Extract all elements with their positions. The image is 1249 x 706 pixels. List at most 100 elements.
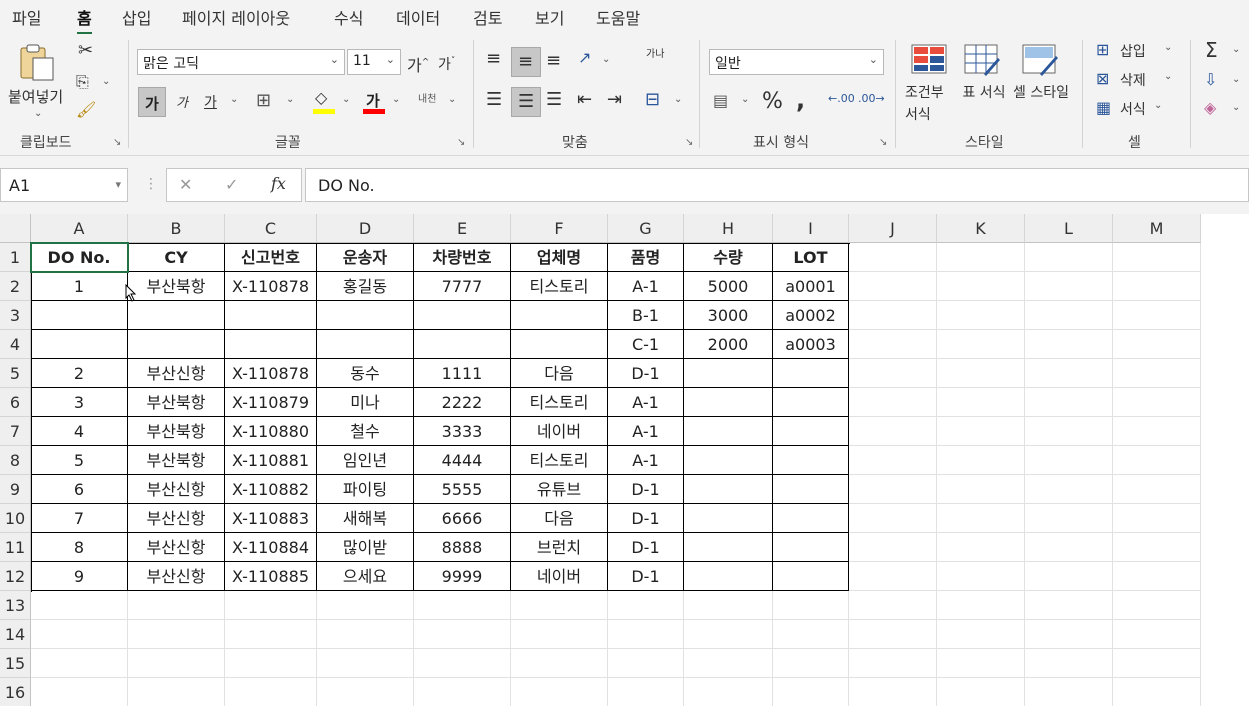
column-header-k[interactable]: K — [937, 214, 1025, 243]
cell-j9[interactable] — [849, 475, 937, 504]
tab-review[interactable]: 검토 — [473, 5, 502, 29]
cell-a13[interactable] — [31, 591, 128, 620]
cell-i7[interactable] — [773, 417, 849, 446]
cell-c11[interactable]: X-110884 — [225, 533, 317, 562]
cell-g16[interactable] — [608, 678, 684, 706]
row-header-8[interactable]: 8 — [0, 446, 31, 475]
column-header-m[interactable]: M — [1113, 214, 1201, 243]
cell-h2[interactable]: 5000 — [684, 272, 773, 301]
dialog-launcher-icon[interactable]: ↘ — [685, 137, 693, 148]
format-painter-icon[interactable]: 🖌 — [76, 102, 96, 118]
cell-b11[interactable]: 부산신항 — [128, 533, 225, 562]
row-header-15[interactable]: 15 — [0, 649, 31, 678]
cell-f9[interactable]: 유튜브 — [511, 475, 608, 504]
cell-c3[interactable] — [225, 301, 317, 330]
cell-j7[interactable] — [849, 417, 937, 446]
wrap-text-button[interactable]: 가나 — [646, 50, 668, 60]
cell-i12[interactable] — [773, 562, 849, 591]
align-center-button[interactable]: ☰ — [511, 87, 541, 117]
cell-k5[interactable] — [937, 359, 1025, 388]
cell-b4[interactable] — [128, 330, 225, 359]
column-header-a[interactable]: A — [31, 214, 128, 243]
tab-file[interactable]: 파일 — [12, 5, 41, 29]
cell-l2[interactable] — [1025, 272, 1113, 301]
row-header-12[interactable]: 12 — [0, 562, 31, 591]
cell-d15[interactable] — [317, 649, 414, 678]
column-header-h[interactable]: H — [684, 214, 773, 243]
column-header-l[interactable]: L — [1025, 214, 1113, 243]
cell-d13[interactable] — [317, 591, 414, 620]
cell-b12[interactable]: 부산신항 — [128, 562, 225, 591]
tab-insert[interactable]: 삽입 — [122, 5, 151, 29]
cancel-icon[interactable]: ✕ — [179, 175, 192, 194]
cell-m1[interactable] — [1113, 243, 1201, 272]
cell-k11[interactable] — [937, 533, 1025, 562]
chevron-down-icon[interactable]: ⌄ — [602, 54, 610, 65]
cell-e2[interactable]: 7777 — [414, 272, 511, 301]
cell-d16[interactable] — [317, 678, 414, 706]
cell-g9[interactable]: D-1 — [608, 475, 684, 504]
cell-d9[interactable]: 파이팅 — [317, 475, 414, 504]
cell-j2[interactable] — [849, 272, 937, 301]
comma-button[interactable]: , — [796, 86, 805, 114]
chevron-down-icon[interactable]: ⌄ — [448, 94, 456, 105]
cell-j5[interactable] — [849, 359, 937, 388]
cell-f6[interactable]: 티스토리 — [511, 388, 608, 417]
cell-e11[interactable]: 8888 — [414, 533, 511, 562]
cell-f8[interactable]: 티스토리 — [511, 446, 608, 475]
cell-a3[interactable] — [31, 301, 128, 330]
cell-h7[interactable] — [684, 417, 773, 446]
cell-j6[interactable] — [849, 388, 937, 417]
dialog-launcher-icon[interactable]: ↘ — [113, 137, 121, 148]
cell-e7[interactable]: 3333 — [414, 417, 511, 446]
cell-f13[interactable] — [511, 591, 608, 620]
clear-eraser-icon[interactable]: ◈ — [1204, 100, 1216, 116]
cell-h13[interactable] — [684, 591, 773, 620]
font-name-select[interactable]: 맑은 고딕 ⌄ — [137, 49, 345, 75]
font-color-button[interactable]: 가 — [363, 90, 385, 116]
cell-c16[interactable] — [225, 678, 317, 706]
cell-i3[interactable]: a0002 — [773, 301, 849, 330]
tab-help[interactable]: 도움말 — [596, 5, 640, 29]
cell-m5[interactable] — [1113, 359, 1201, 388]
row-header-16[interactable]: 16 — [0, 678, 31, 706]
cell-j15[interactable] — [849, 649, 937, 678]
increase-decimal-button[interactable]: ←.00 — [828, 92, 855, 105]
delete-cells-button[interactable]: ⊠ 삭제 ⌄ — [1096, 69, 1176, 91]
cell-l7[interactable] — [1025, 417, 1113, 446]
cell-h12[interactable] — [684, 562, 773, 591]
cell-h9[interactable] — [684, 475, 773, 504]
bold-button[interactable]: 가 — [138, 87, 166, 117]
row-header-3[interactable]: 3 — [0, 301, 31, 330]
cell-a11[interactable]: 8 — [31, 533, 128, 562]
row-header-10[interactable]: 10 — [0, 504, 31, 533]
cell-i9[interactable] — [773, 475, 849, 504]
cell-k10[interactable] — [937, 504, 1025, 533]
cell-c6[interactable]: X-110879 — [225, 388, 317, 417]
cell-c14[interactable] — [225, 620, 317, 649]
cut-icon[interactable]: ✂ — [78, 42, 93, 60]
fill-color-button[interactable]: ◇ — [313, 90, 335, 116]
cell-h1[interactable]: 수량 — [684, 243, 773, 272]
cell-g6[interactable]: A-1 — [608, 388, 684, 417]
cell-e10[interactable]: 6666 — [414, 504, 511, 533]
cell-a1[interactable]: DO No. — [31, 243, 128, 272]
tab-view[interactable]: 보기 — [535, 5, 564, 29]
cell-l3[interactable] — [1025, 301, 1113, 330]
chevron-down-icon[interactable]: ⌄ — [1232, 74, 1240, 85]
cell-e6[interactable]: 2222 — [414, 388, 511, 417]
phonetic-button[interactable]: 내천 — [418, 90, 436, 105]
cell-i1[interactable]: LOT — [773, 243, 849, 272]
cell-e5[interactable]: 1111 — [414, 359, 511, 388]
grow-font-button[interactable]: 가^ — [407, 52, 429, 76]
cell-c15[interactable] — [225, 649, 317, 678]
align-middle-button[interactable]: ≡ — [511, 47, 541, 77]
cell-k3[interactable] — [937, 301, 1025, 330]
cell-c2[interactable]: X-110878 — [225, 272, 317, 301]
tab-data[interactable]: 데이터 — [396, 5, 440, 29]
cell-d2[interactable]: 홍길동 — [317, 272, 414, 301]
cell-l16[interactable] — [1025, 678, 1113, 706]
cell-g1[interactable]: 품명 — [608, 243, 684, 272]
cell-e8[interactable]: 4444 — [414, 446, 511, 475]
cell-k8[interactable] — [937, 446, 1025, 475]
